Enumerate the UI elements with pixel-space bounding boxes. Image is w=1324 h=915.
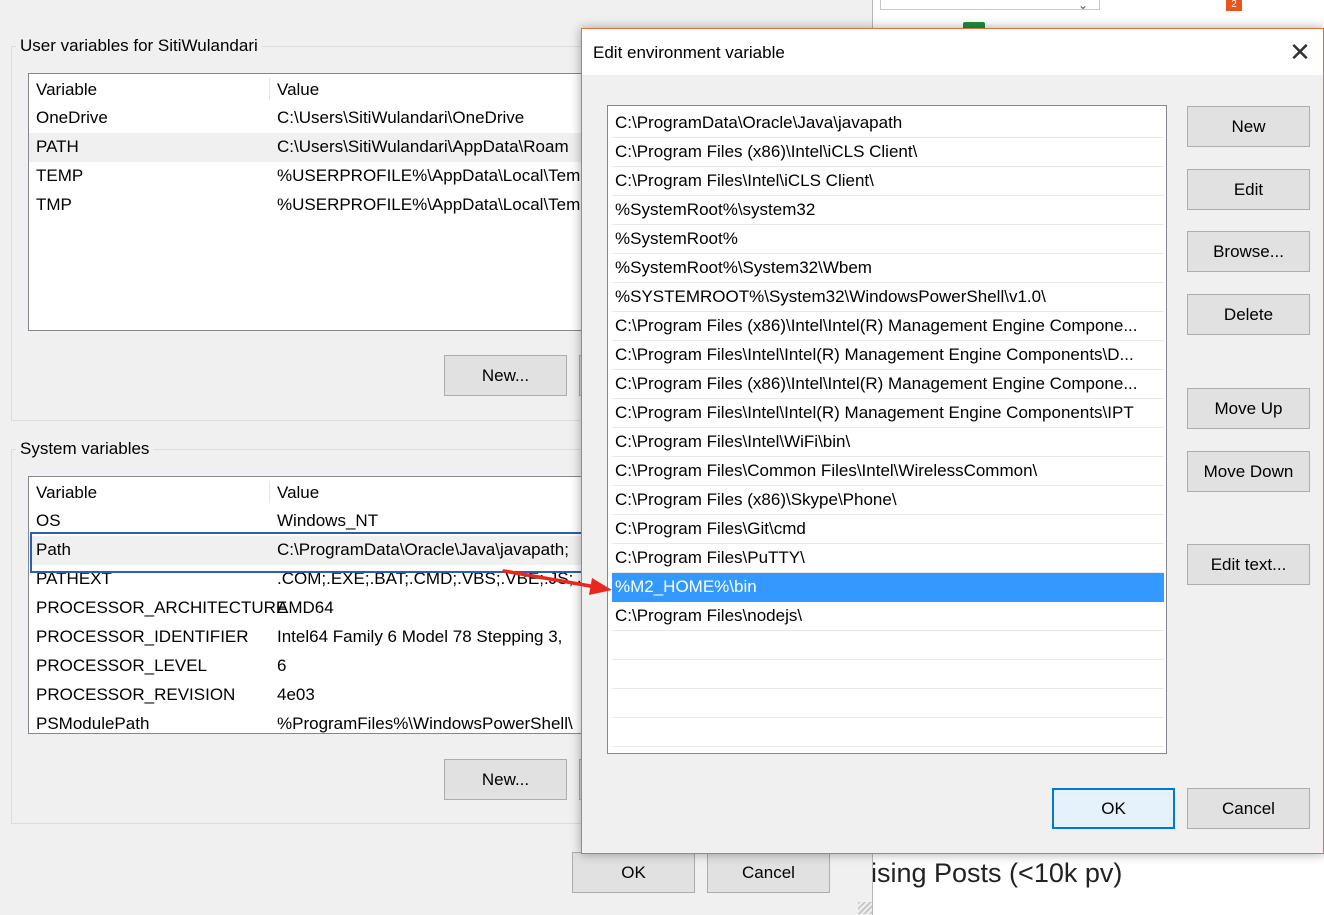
variable-name: PROCESSOR_REVISION bbox=[36, 685, 236, 704]
dropdown-caret-icon: ⌄ bbox=[1078, 0, 1089, 12]
table-row[interactable]: PROCESSOR_REVISION 4e03 bbox=[29, 681, 587, 710]
new-button[interactable]: New bbox=[1187, 106, 1310, 147]
cancel-button[interactable]: Cancel bbox=[707, 852, 830, 893]
column-header-variable[interactable]: Variable bbox=[36, 80, 97, 100]
annotation-arrow-icon bbox=[502, 569, 612, 595]
path-entry-empty[interactable] bbox=[612, 631, 1164, 660]
variable-value: %ProgramFiles%\WindowsPowerShell\ bbox=[277, 714, 573, 733]
column-header-value[interactable]: Value bbox=[277, 80, 319, 100]
variable-value: Windows_NT bbox=[277, 511, 379, 530]
title-bar[interactable]: Edit environment variable ✕ bbox=[582, 29, 1323, 75]
path-entry[interactable]: C:\Program Files\Common Files\Intel\Wire… bbox=[612, 457, 1164, 486]
variable-value: 4e03 bbox=[277, 685, 315, 704]
delete-button[interactable]: Delete bbox=[1187, 294, 1310, 335]
system-variables-list[interactable]: Variable Value OS Windows_NT Path C:\Pro… bbox=[28, 476, 588, 734]
ok-button[interactable]: OK bbox=[1052, 788, 1175, 829]
user-new-button[interactable]: New... bbox=[444, 355, 567, 396]
variable-value: %USERPROFILE%\AppData\Local\Tem bbox=[277, 166, 581, 185]
path-entry[interactable]: C:\Program Files\Intel\WiFi\bin\ bbox=[612, 428, 1164, 457]
resize-grip-icon[interactable] bbox=[858, 902, 872, 914]
path-entry[interactable]: %SystemRoot%\system32 bbox=[612, 196, 1164, 225]
variable-name: TEMP bbox=[36, 166, 84, 185]
background-page-heading: ising Posts (<10k pv) bbox=[871, 858, 1123, 888]
user-variables-label: User variables for SitiWulandari bbox=[16, 36, 262, 56]
path-entries-list[interactable]: C:\ProgramData\Oracle\Java\javapath C:\Pr… bbox=[607, 105, 1167, 754]
path-entry-empty[interactable] bbox=[612, 689, 1164, 718]
list-header: Variable Value bbox=[29, 477, 587, 507]
path-entry-empty[interactable] bbox=[612, 718, 1164, 747]
path-entry[interactable]: C:\ProgramData\Oracle\Java\javapath bbox=[612, 109, 1164, 138]
path-entry[interactable]: C:\Program Files\Intel\Intel(R) Manageme… bbox=[612, 399, 1164, 428]
variable-value: 6 bbox=[277, 656, 287, 675]
path-entry[interactable]: C:\Program Files (x86)\Intel\iCLS Client… bbox=[612, 138, 1164, 167]
path-entry[interactable]: %SYSTEMROOT%\System32\WindowsPowerShell\… bbox=[612, 283, 1164, 312]
path-entry[interactable]: C:\Program Files\PuTTY\ bbox=[612, 544, 1164, 573]
path-entry[interactable]: C:\Program Files (x86)\Intel\Intel(R) Ma… bbox=[612, 370, 1164, 399]
variable-value: C:\Users\SitiWulandari\AppData\Roam bbox=[277, 137, 569, 156]
move-up-button[interactable]: Move Up bbox=[1187, 388, 1310, 429]
list-header: Variable Value bbox=[29, 74, 587, 104]
ok-button[interactable]: OK bbox=[572, 852, 695, 893]
move-down-button[interactable]: Move Down bbox=[1187, 451, 1310, 492]
path-entry[interactable]: C:\Program Files\Git\cmd bbox=[612, 515, 1164, 544]
variable-value: AMD64 bbox=[277, 598, 334, 617]
table-row[interactable]: PROCESSOR_IDENTIFIER Intel64 Family 6 Mo… bbox=[29, 623, 587, 652]
notification-badge: 2 bbox=[1226, 0, 1242, 11]
table-row[interactable]: OneDrive C:\Users\SitiWulandari\OneDrive bbox=[29, 104, 587, 133]
cancel-button[interactable]: Cancel bbox=[1187, 788, 1310, 829]
variable-name: PSModulePath bbox=[36, 714, 150, 733]
path-entry-empty[interactable] bbox=[612, 660, 1164, 689]
path-entry[interactable]: C:\Program Files\Intel\iCLS Client\ bbox=[612, 167, 1164, 196]
system-new-button[interactable]: New... bbox=[444, 759, 567, 800]
variable-name: PATH bbox=[36, 137, 79, 156]
path-entry[interactable]: C:\Program Files\Intel\Intel(R) Manageme… bbox=[612, 341, 1164, 370]
browse-button[interactable]: Browse... bbox=[1187, 231, 1310, 272]
table-row[interactable]: TEMP %USERPROFILE%\AppData\Local\Tem bbox=[29, 162, 587, 191]
variable-value: C:\Users\SitiWulandari\OneDrive bbox=[277, 108, 525, 127]
close-icon[interactable]: ✕ bbox=[1285, 37, 1315, 67]
system-variables-label: System variables bbox=[16, 439, 154, 459]
dialog-title: Edit environment variable bbox=[593, 43, 785, 62]
variable-name: TMP bbox=[36, 195, 72, 214]
user-variables-list[interactable]: Variable Value OneDrive C:\Users\SitiWul… bbox=[28, 73, 588, 331]
browser-search-box[interactable] bbox=[880, 0, 1100, 10]
path-entry-selected[interactable]: %M2_HOME%\bin bbox=[612, 573, 1164, 602]
table-row[interactable]: PSModulePath %ProgramFiles%\WindowsPower… bbox=[29, 710, 587, 733]
variable-name: PROCESSOR_IDENTIFIER bbox=[36, 627, 249, 646]
variable-name: OneDrive bbox=[36, 108, 108, 127]
variable-name: PROCESSOR_LEVEL bbox=[36, 656, 208, 675]
variable-name: PROCESSOR_ARCHITECTURE bbox=[36, 598, 288, 617]
variable-value: Intel64 Family 6 Model 78 Stepping 3, bbox=[277, 627, 563, 646]
column-header-value[interactable]: Value bbox=[277, 483, 319, 503]
column-separator[interactable] bbox=[269, 78, 270, 100]
table-row[interactable]: PATH C:\Users\SitiWulandari\AppData\Roam bbox=[29, 133, 587, 162]
path-entry[interactable]: %SystemRoot%\System32\Wbem bbox=[612, 254, 1164, 283]
edit-text-button[interactable]: Edit text... bbox=[1187, 544, 1310, 585]
path-entry[interactable]: C:\Program Files (x86)\Skype\Phone\ bbox=[612, 486, 1164, 515]
variable-value: %USERPROFILE%\AppData\Local\Tem bbox=[277, 195, 581, 214]
edit-button[interactable]: Edit bbox=[1187, 169, 1310, 210]
path-entry[interactable]: C:\Program Files (x86)\Intel\Intel(R) Ma… bbox=[612, 312, 1164, 341]
table-row[interactable]: TMP %USERPROFILE%\AppData\Local\Tem bbox=[29, 191, 587, 220]
column-header-variable[interactable]: Variable bbox=[36, 483, 97, 503]
edit-environment-variable-dialog: Edit environment variable ✕ C:\ProgramDa… bbox=[581, 28, 1324, 854]
path-entry[interactable]: C:\Program Files\nodejs\ bbox=[612, 602, 1164, 631]
column-separator[interactable] bbox=[269, 481, 270, 503]
path-entry[interactable]: %SystemRoot% bbox=[612, 225, 1164, 254]
variable-name: OS bbox=[36, 511, 61, 530]
table-row[interactable]: PROCESSOR_LEVEL 6 bbox=[29, 652, 587, 681]
